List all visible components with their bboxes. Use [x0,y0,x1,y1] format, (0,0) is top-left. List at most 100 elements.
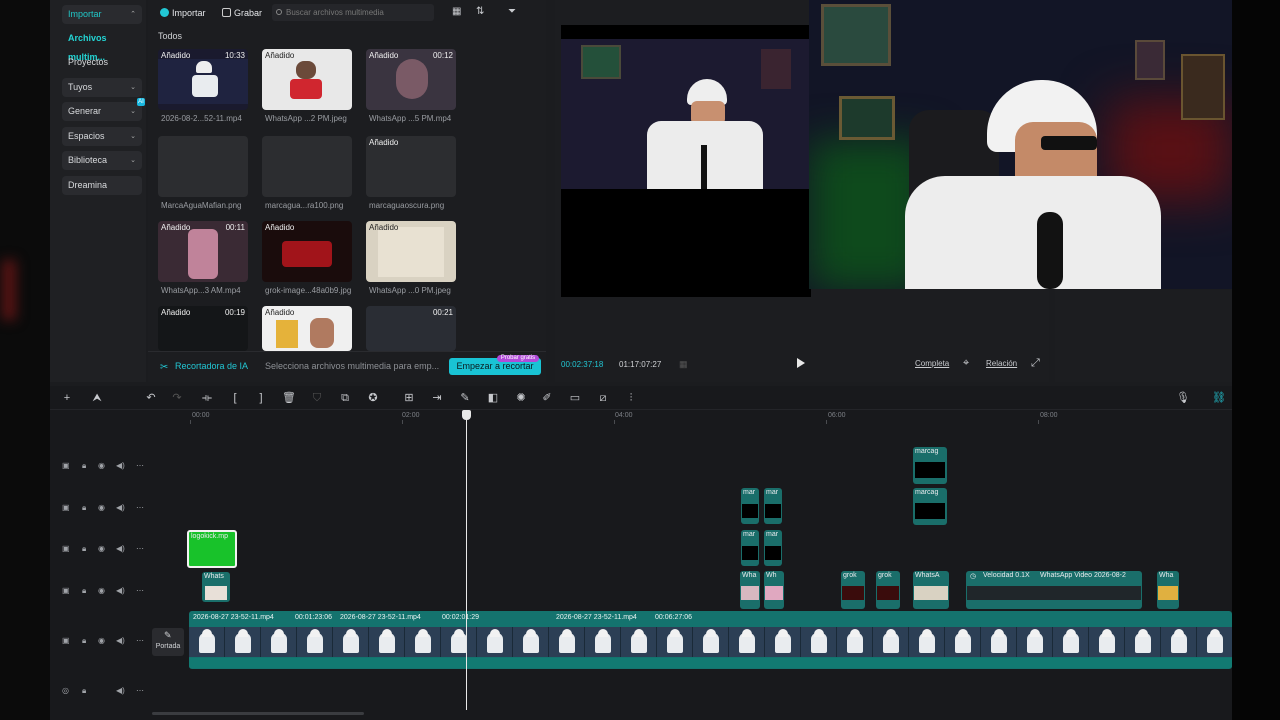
clip-wh[interactable]: Wh [764,571,784,609]
clip-grok[interactable]: grok [876,571,900,609]
extract-icon[interactable]: ⇥ [430,391,444,405]
video-editor-app: Importar⌃ Archivos multim... Proyectos s… [50,0,1232,720]
try-free-badge: Probar gratis [497,355,539,362]
full-quality-button[interactable]: Completa [915,359,949,368]
ai-cutter-desc: Selecciona archivos multimedia para emp.… [265,361,440,371]
clip-whatsapp-video[interactable]: ◷ Velocidad 0.1X WhatsApp Video 2026-08-… [966,571,1142,609]
shield-icon[interactable]: ⛉ [310,391,324,405]
play-icon[interactable] [797,358,805,368]
scissors-icon: ✂ [160,362,169,373]
auto-cut-icon[interactable]: ✪ [366,391,380,405]
import-icon [160,8,169,17]
video-frame [549,627,585,657]
filter-icon[interactable]: ⏷ [508,6,516,17]
video-frame [765,627,801,657]
clip-whatsa[interactable]: WhatsA [913,571,949,609]
clip-marcag[interactable]: marcag [913,447,947,484]
effect-icon[interactable]: ✐ [540,391,554,405]
filter-all[interactable]: Todos [158,31,182,41]
select-tool-icon[interactable]: ⮝ [90,391,104,405]
total-time: 01:17:07:27 [619,360,662,369]
sort-icon[interactable]: ⇅ [476,6,484,17]
add-track-icon[interactable]: + [60,391,74,405]
caption-icon[interactable]: ▭ [568,391,582,405]
cover-button[interactable]: ✎ Portada [152,628,184,656]
redo-icon[interactable]: ↷ [170,391,184,405]
track-controls: ▣ 🔒︎ ◉ ◀) ⋯ [62,503,144,512]
aspect-ratio-button[interactable]: Relación [986,359,1017,368]
media-panel: Importar Grabar Buscar archivos multimed… [148,0,546,382]
record-button[interactable]: Grabar [222,5,262,21]
video-frame [189,627,225,657]
clip-marcag[interactable]: marcag [913,488,947,525]
left-edge [0,0,50,720]
speed-label: Velocidad 0.1X [983,572,1030,579]
horizontal-scrollbar[interactable] [152,712,364,715]
video-frame [1197,627,1232,657]
trim-right-icon[interactable]: ] [254,391,268,405]
video-frame [621,627,657,657]
search-input[interactable]: Buscar archivos multimedia [272,4,434,21]
crop-icon[interactable]: ⧉ [338,391,352,405]
nav-proyectos-secundarios[interactable]: Proyectos secun... [62,53,142,86]
webcam-overlay [809,0,1232,289]
trim-left-icon[interactable]: [ [228,391,242,405]
video-frame [1017,627,1053,657]
track-controls: ▣ 🔒︎ ◉ ◀) ⋯ [62,544,144,553]
timeline-toolbar: + ⮝ ↶ ↷ ⟛ [ ] 🗑 ⛉ ⧉ ✪ ⊞ ⇥ ✎ ◧ ✺ ✐ ▭ ⧄ ⫶ … [50,386,1232,410]
clip-mar[interactable]: mar [741,488,759,524]
video-frame [225,627,261,657]
microphone-icon[interactable]: 🎙 [1176,391,1190,405]
nav-archivos-multimedia[interactable]: Archivos multim... [62,29,142,62]
video-frame [513,627,549,657]
clip-whats[interactable]: Whats [202,572,230,602]
clip-mar[interactable]: mar [764,530,782,566]
clip-mar[interactable]: mar [741,530,759,566]
clip-mar[interactable]: mar [764,488,782,524]
player-controls: 00:02:37:18 01:17:07:27 ▦ Completa ⌖ Rel… [555,352,1049,378]
import-button[interactable]: Importar [160,5,206,21]
video-frame [945,627,981,657]
delete-icon[interactable]: 🗑 [282,391,296,405]
fullscreen-icon[interactable]: ⤢ [1031,357,1040,370]
clip-wha[interactable]: Wha [740,571,760,609]
clip-grok[interactable]: grok [841,571,865,609]
link-toggle-icon[interactable]: ⛓ [1212,391,1226,405]
nav-tuyos[interactable]: Tuyos ⌄ [62,78,142,97]
video-preview[interactable] [561,25,811,297]
thumbnail [158,136,248,197]
nav-dreamina[interactable]: Dreamina [62,176,142,195]
undo-icon[interactable]: ↶ [144,391,158,405]
freeze-icon[interactable]: ⊞ [402,391,416,405]
playhead[interactable] [466,410,467,710]
video-frame [1125,627,1161,657]
overlay-icon[interactable]: ⧄ [596,391,610,405]
main-video-track[interactable]: 2026-08-27 23-52-11.mp4 00:01:23:06 2026… [189,611,1232,669]
view-grid-icon[interactable]: ▦ [452,6,461,17]
video-frame [837,627,873,657]
nav-espacios[interactable]: Espacios ⌄ [62,127,142,146]
playhead-handle[interactable] [462,410,471,420]
keyframe-icon[interactable]: ✎ [458,391,472,405]
video-frame [909,627,945,657]
time-ruler[interactable]: 00:00 02:00 04:00 06:00 08:00 [150,410,1232,424]
audio-split-icon[interactable]: ⫶ [624,391,638,405]
track-controls: ◎ 🔒︎ ◀) ⋯ [62,686,144,695]
volume-icon: ◀) [116,461,125,470]
video-frame [405,627,441,657]
nav-biblioteca[interactable]: Biblioteca ⌄ [62,151,142,170]
video-frame [1053,627,1089,657]
magic-icon[interactable]: ✺ [514,391,528,405]
split-icon[interactable]: ⟛ [200,391,214,405]
mirror-icon[interactable]: ◧ [486,391,500,405]
video-frame [333,627,369,657]
video-frame [261,627,297,657]
focus-icon[interactable]: ⌖ [963,357,969,370]
nav-importar[interactable]: Importar ⌃ [62,5,142,24]
frame-strip [189,627,1232,657]
clip-logokick[interactable]: logokick.mp [187,530,237,568]
timeline-view-icon[interactable]: ▦ [679,359,688,370]
timeline: + ⮝ ↶ ↷ ⟛ [ ] 🗑 ⛉ ⧉ ✪ ⊞ ⇥ ✎ ◧ ✺ ✐ ▭ ⧄ ⫶ … [50,386,1232,720]
clip-wha-end[interactable]: Wha [1157,571,1179,609]
nav-generar[interactable]: Generar ⌄ AI [62,98,145,121]
